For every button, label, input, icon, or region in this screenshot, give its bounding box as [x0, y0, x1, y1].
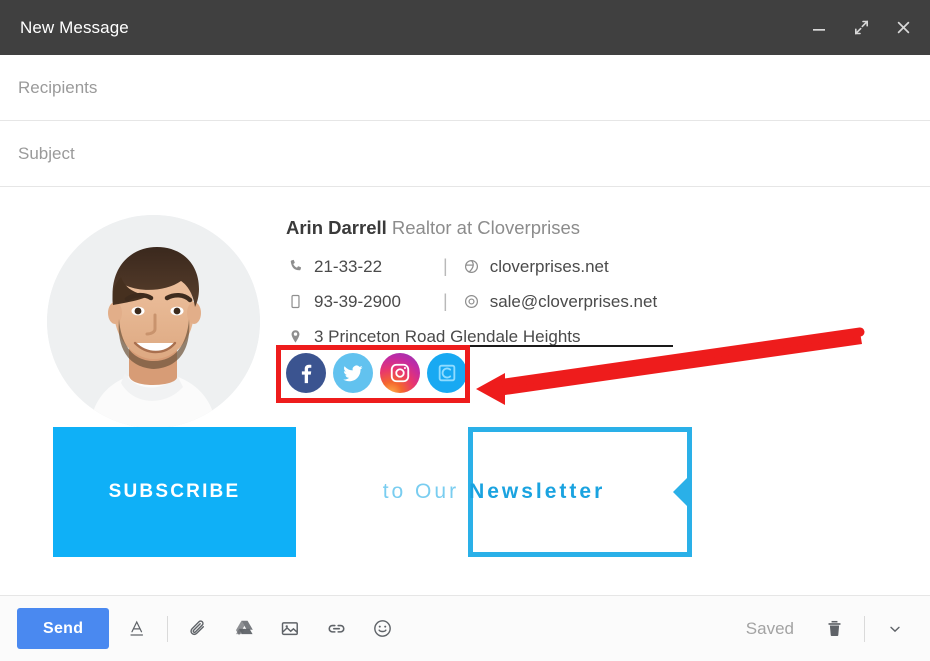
signature-separator-2: | [443, 291, 448, 311]
banner-notch-icon [673, 477, 688, 507]
signature-divider [286, 345, 673, 347]
signature-row-phone-website: 21-33-22 | cloverprises.net [286, 249, 706, 284]
page-title: New Message [20, 17, 129, 37]
toolbar-divider [167, 615, 169, 642]
social-icons-row [286, 353, 467, 393]
email-at-icon [462, 294, 481, 309]
subject-row[interactable] [0, 121, 930, 187]
banner-subscribe-block[interactable]: SUBSCRIBE [53, 427, 296, 557]
facebook-icon[interactable] [286, 353, 326, 393]
avatar [47, 215, 260, 428]
signature-phone: 21-33-22 [314, 256, 383, 276]
toolbar-divider-right [864, 615, 865, 642]
mobile-device-icon [286, 294, 305, 309]
signature-separator: | [443, 256, 448, 276]
signature-row-address: 3 Princeton Road Glendale Heights [286, 319, 706, 354]
close-button[interactable] [892, 17, 914, 39]
format-text-icon[interactable] [119, 611, 155, 647]
message-body[interactable]: Arin Darrell Realtor at Cloverprises 21-… [0, 187, 930, 595]
banner-outlined-block [468, 427, 692, 557]
insert-emoji-icon[interactable] [364, 611, 400, 647]
twitter-icon[interactable] [333, 353, 373, 393]
selected-social-icon[interactable] [427, 353, 467, 393]
discard-draft-icon[interactable] [816, 611, 852, 647]
recipients-row[interactable] [0, 55, 930, 121]
instagram-icon[interactable] [380, 353, 420, 393]
subscribe-banner[interactable]: SUBSCRIBE to Our Newsletter [53, 427, 692, 557]
insert-photo-icon[interactable] [272, 611, 308, 647]
attach-file-icon[interactable] [180, 611, 216, 647]
compose-window: New Message Recipients Subject Arin Darr… [0, 0, 930, 661]
signature-mobile: 93-39-2900 [314, 291, 401, 311]
location-pin-icon [286, 329, 305, 344]
signature-row-mobile-email: 93-39-2900 | sale@cloverprises.net [286, 284, 706, 319]
minimize-button[interactable] [808, 17, 830, 39]
banner-middle-block [296, 427, 468, 557]
compose-toolbar: Send Saved [0, 595, 930, 661]
signature-name-line: Arin Darrell Realtor at Cloverprises [286, 215, 706, 241]
signature-website: cloverprises.net [489, 256, 609, 276]
google-drive-icon[interactable] [226, 611, 262, 647]
more-options-icon[interactable] [877, 611, 913, 647]
signature-address: 3 Princeton Road Glendale Heights [314, 326, 581, 346]
recipients-input[interactable] [16, 76, 914, 99]
signature-role: Realtor at Cloverprises [386, 217, 581, 238]
compose-titlebar: New Message [0, 0, 930, 55]
draft-status-label: Saved [745, 618, 794, 638]
subject-input[interactable] [16, 142, 914, 165]
insert-link-icon[interactable] [318, 611, 354, 647]
send-button[interactable]: Send [17, 608, 110, 649]
phone-icon [286, 259, 305, 274]
globe-icon [462, 259, 481, 274]
signature-name: Arin Darrell [286, 217, 387, 238]
window-controls [808, 17, 914, 39]
signature-details: Arin Darrell Realtor at Cloverprises 21-… [286, 215, 706, 354]
banner-subscribe-label: SUBSCRIBE [108, 481, 241, 502]
signature-email: sale@cloverprises.net [489, 291, 658, 311]
expand-button[interactable] [850, 17, 872, 39]
